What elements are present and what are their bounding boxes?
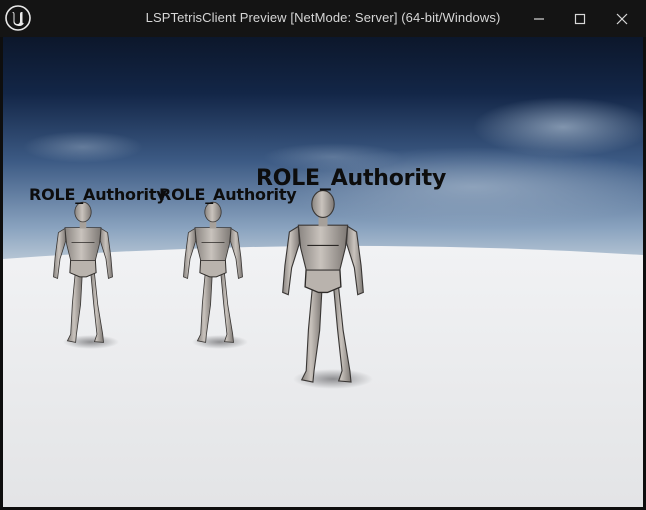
minimize-icon	[534, 17, 544, 20]
maximize-button[interactable]	[559, 0, 601, 37]
role-label-1: ROLE_Authority	[29, 185, 167, 204]
game-viewport[interactable]: ROLE_Authority ROLE_Authority ROLE_Autho…	[3, 37, 643, 507]
close-icon	[616, 13, 628, 24]
scene-render	[3, 37, 643, 507]
role-label-3: ROLE_Authority	[256, 166, 447, 191]
game-preview-window: LSPTetrisClient Preview [NetMode: Server…	[0, 0, 646, 510]
close-button[interactable]	[601, 0, 643, 37]
maximize-icon	[574, 13, 586, 24]
minimize-button[interactable]	[518, 0, 560, 37]
title-bar[interactable]: LSPTetrisClient Preview [NetMode: Server…	[0, 0, 646, 37]
